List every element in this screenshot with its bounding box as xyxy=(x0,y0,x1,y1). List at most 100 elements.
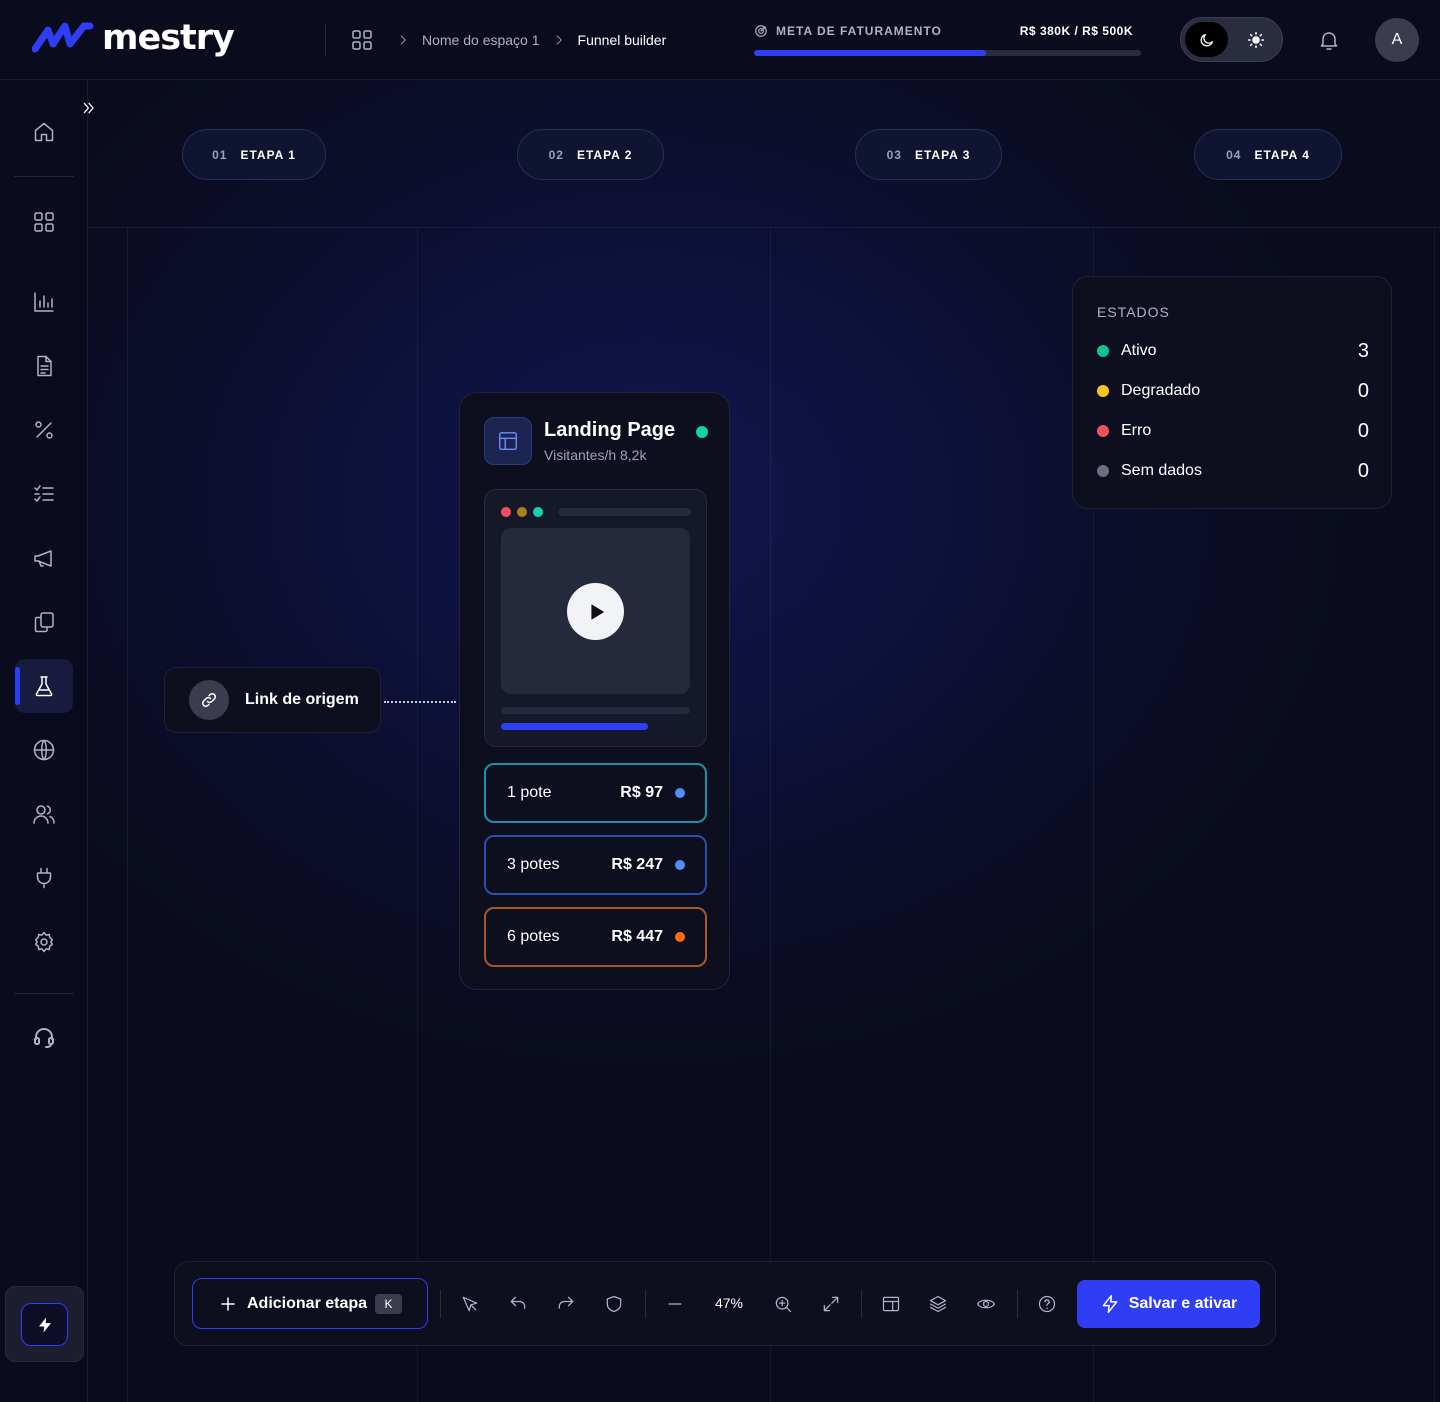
window-dot-green xyxy=(533,507,543,517)
save-and-activate-button[interactable]: Salvar e ativar xyxy=(1077,1280,1260,1328)
revenue-goal: META DE FATURAMENTO R$ 380K / R$ 500K xyxy=(754,22,1141,56)
node-connector xyxy=(384,701,456,703)
sidebar-item-domains[interactable] xyxy=(15,723,73,777)
layers-button[interactable] xyxy=(926,1292,950,1316)
offer-name: 6 potes xyxy=(507,928,560,945)
state-row-sem-dados: Sem dados 0 xyxy=(1097,459,1369,483)
sidebar-item-home[interactable] xyxy=(15,105,73,159)
quick-action-button[interactable] xyxy=(21,1303,68,1346)
sidebar-item-team[interactable] xyxy=(15,787,73,841)
source-link-node[interactable]: Link de origem xyxy=(164,667,381,733)
sidebar-divider xyxy=(14,993,74,994)
undo-button[interactable] xyxy=(506,1292,530,1316)
sidebar-item-discounts[interactable] xyxy=(15,403,73,457)
brand-name: mestry xyxy=(102,18,235,58)
address-bar xyxy=(558,508,691,516)
offer-option[interactable]: 3 potes R$ 247 xyxy=(484,835,707,895)
sidebar-item-analytics[interactable] xyxy=(15,275,73,329)
play-icon xyxy=(590,603,604,620)
toolbar-divider xyxy=(861,1290,862,1318)
stage-name: ETAPA 3 xyxy=(914,147,971,162)
state-count: 0 xyxy=(1357,419,1369,442)
sidebar xyxy=(0,80,88,1402)
fit-to-screen-button[interactable] xyxy=(819,1292,843,1316)
grid-line xyxy=(417,228,418,1402)
sidebar-item-integrations[interactable] xyxy=(15,851,73,905)
state-row-ativo: Ativo 3 xyxy=(1097,339,1369,363)
offer-option[interactable]: 1 pote R$ 97 xyxy=(484,763,707,823)
sidebar-item-settings[interactable] xyxy=(15,915,73,969)
video-placeholder xyxy=(501,528,690,694)
node-subtitle: Visitantes/h 8,2k xyxy=(544,447,647,463)
sidebar-item-support[interactable] xyxy=(15,1010,73,1064)
header-divider xyxy=(325,24,326,56)
breadcrumb: Nome do espaço 1 Funnel builder xyxy=(350,28,666,52)
add-stage-button[interactable]: Adicionar etapa K xyxy=(192,1278,428,1329)
plus-icon xyxy=(221,1296,235,1311)
state-label: Ativo xyxy=(1121,342,1157,359)
avatar[interactable]: A xyxy=(1375,18,1419,62)
canvas-toolbar: Adicionar etapa K 47% Salvar e ativar xyxy=(174,1261,1276,1346)
shield-icon xyxy=(606,1295,622,1313)
zoom-in-icon xyxy=(775,1296,792,1313)
page-preview xyxy=(484,489,707,747)
breadcrumb-workspace[interactable]: Nome do espaço 1 xyxy=(422,32,540,48)
select-tool-button[interactable] xyxy=(458,1292,482,1316)
zoom-out-button[interactable] xyxy=(663,1292,687,1316)
top-header: mestry Nome do espaço 1 Funnel builder M… xyxy=(0,0,1440,80)
bell-icon[interactable] xyxy=(1317,28,1341,52)
grid-icon[interactable] xyxy=(350,28,374,52)
sidebar-item-campaigns[interactable] xyxy=(15,531,73,585)
stage-pill-4[interactable]: 04 ETAPA 4 xyxy=(1194,129,1342,180)
redo-button[interactable] xyxy=(554,1292,578,1316)
cursor-icon xyxy=(462,1296,478,1312)
sidebar-item-dashboard[interactable] xyxy=(15,195,73,249)
stage-number: 03 xyxy=(886,147,902,162)
minus-icon xyxy=(668,1303,682,1305)
preview-button[interactable] xyxy=(974,1292,998,1316)
play-button[interactable] xyxy=(567,583,624,640)
toolbar-divider xyxy=(645,1290,646,1318)
zoom-in-button[interactable] xyxy=(771,1292,795,1316)
undo-icon xyxy=(510,1296,526,1309)
dark-mode-option[interactable] xyxy=(1185,22,1228,57)
flask-icon xyxy=(35,676,53,697)
stage-number: 04 xyxy=(1226,147,1242,162)
stage-pill-2[interactable]: 02 ETAPA 2 xyxy=(517,129,664,180)
plug-icon xyxy=(36,867,52,889)
stage-pill-1[interactable]: 01 ETAPA 1 xyxy=(182,129,326,180)
state-row-erro: Erro 0 xyxy=(1097,419,1369,443)
offer-price: R$ 97 xyxy=(620,784,663,801)
state-dot xyxy=(1097,385,1109,397)
grid-line xyxy=(1434,228,1435,1402)
offer-price: R$ 247 xyxy=(611,856,663,873)
sun-icon xyxy=(1247,31,1264,48)
sidebar-item-experiments[interactable] xyxy=(15,659,73,713)
theme-toggle[interactable] xyxy=(1180,17,1283,62)
help-icon xyxy=(1038,1295,1056,1313)
landing-page-node[interactable]: Landing Page Visitantes/h 8,2k 1 pote R$… xyxy=(459,392,730,990)
states-panel: ESTADOS Ativo 3 Degradado 0 Erro 0 Sem d… xyxy=(1072,276,1392,509)
light-mode-option[interactable] xyxy=(1234,22,1277,57)
help-button[interactable] xyxy=(1035,1292,1059,1316)
sidebar-item-documents[interactable] xyxy=(15,339,73,393)
protect-button[interactable] xyxy=(602,1292,626,1316)
sidebar-item-templates[interactable] xyxy=(15,595,73,649)
link-icon xyxy=(201,692,217,708)
document-icon xyxy=(37,355,52,377)
add-stage-label: Adicionar etapa xyxy=(247,1294,368,1312)
stage-pill-3[interactable]: 03 ETAPA 3 xyxy=(855,129,1002,180)
globe-icon xyxy=(33,739,55,761)
sidebar-item-tasks[interactable] xyxy=(15,467,73,521)
video-progress-fill xyxy=(501,723,649,730)
node-title: Landing Page xyxy=(544,419,676,441)
offer-name: 1 pote xyxy=(507,784,552,801)
brand-logo[interactable]: mestry xyxy=(32,18,235,58)
layout-button[interactable] xyxy=(879,1292,903,1316)
offer-option[interactable]: 6 potes R$ 447 xyxy=(484,907,707,967)
chevron-right-icon xyxy=(556,35,562,45)
toolbar-divider xyxy=(440,1290,441,1318)
revenue-progress-fill xyxy=(754,50,987,56)
state-count: 0 xyxy=(1357,459,1369,482)
expand-sidebar-icon[interactable] xyxy=(82,101,96,115)
